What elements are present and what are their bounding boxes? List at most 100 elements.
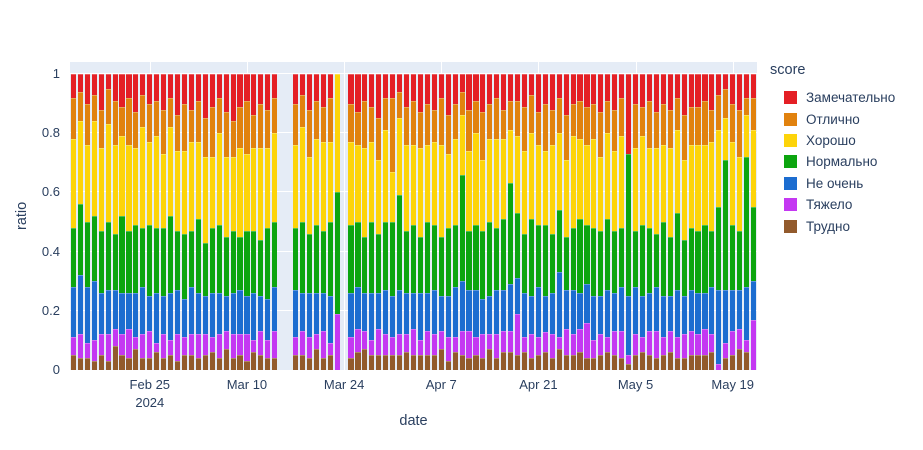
bar[interactable] — [639, 74, 646, 370]
bar[interactable] — [417, 74, 423, 370]
bar[interactable] — [70, 74, 77, 370]
bar[interactable] — [744, 74, 750, 370]
bar[interactable] — [397, 74, 403, 370]
bar[interactable] — [355, 74, 361, 370]
bar[interactable] — [591, 74, 597, 370]
bar[interactable] — [174, 74, 181, 370]
bar[interactable] — [528, 74, 535, 370]
bar[interactable] — [563, 74, 569, 370]
bar[interactable] — [369, 74, 375, 370]
bar[interactable] — [438, 74, 444, 370]
bar[interactable] — [119, 74, 125, 370]
bar[interactable] — [147, 74, 153, 370]
bar[interactable] — [612, 74, 618, 370]
bar[interactable] — [133, 74, 139, 370]
bar[interactable] — [681, 74, 687, 370]
bar[interactable] — [292, 74, 299, 370]
bar[interactable] — [140, 74, 146, 370]
bar[interactable] — [188, 74, 194, 370]
legend-item[interactable]: Трудно — [770, 215, 895, 236]
bar[interactable] — [750, 74, 757, 370]
bar[interactable] — [702, 74, 708, 370]
legend-item[interactable]: Хорошо — [770, 130, 895, 151]
bar[interactable] — [334, 74, 340, 370]
bar[interactable] — [105, 74, 111, 370]
bar[interactable] — [695, 74, 701, 370]
bar[interactable] — [459, 74, 465, 370]
bar[interactable] — [161, 74, 167, 370]
bar[interactable] — [84, 74, 90, 370]
bar[interactable] — [570, 74, 576, 370]
legend-item[interactable]: Замечательно — [770, 87, 895, 108]
bar[interactable] — [515, 74, 521, 370]
bar[interactable] — [181, 74, 188, 370]
bar[interactable] — [237, 74, 243, 370]
bar[interactable] — [619, 74, 625, 370]
bar[interactable] — [716, 74, 722, 370]
bar[interactable] — [632, 74, 639, 370]
bar[interactable] — [494, 74, 500, 370]
bar[interactable] — [584, 74, 590, 370]
legend-item[interactable]: Не очень — [770, 173, 895, 194]
bar[interactable] — [466, 74, 472, 370]
bar[interactable] — [348, 74, 354, 370]
bar[interactable] — [327, 74, 333, 370]
bar[interactable] — [410, 74, 417, 370]
bar[interactable] — [209, 74, 215, 370]
bar[interactable] — [126, 74, 132, 370]
bar[interactable] — [91, 74, 97, 370]
bar[interactable] — [646, 74, 652, 370]
bar[interactable] — [709, 74, 715, 370]
bar[interactable] — [362, 74, 368, 370]
bar[interactable] — [112, 74, 118, 370]
bar[interactable] — [730, 74, 736, 370]
bar[interactable] — [723, 74, 729, 370]
bar[interactable] — [556, 74, 562, 370]
bar[interactable] — [403, 74, 410, 370]
bar[interactable] — [424, 74, 430, 370]
legend-item[interactable]: Нормально — [770, 151, 895, 172]
bar[interactable] — [265, 74, 271, 370]
bar[interactable] — [542, 74, 548, 370]
bar[interactable] — [299, 74, 306, 370]
bar[interactable] — [473, 74, 479, 370]
bar[interactable] — [230, 74, 236, 370]
bar[interactable] — [674, 74, 680, 370]
bar[interactable] — [258, 74, 264, 370]
bar[interactable] — [98, 74, 104, 370]
bar[interactable] — [313, 74, 319, 370]
bar[interactable] — [154, 74, 160, 370]
bar[interactable] — [202, 74, 208, 370]
bar[interactable] — [667, 74, 673, 370]
bar[interactable] — [445, 74, 451, 370]
legend-item[interactable]: Отлично — [770, 108, 895, 129]
bar[interactable] — [223, 74, 229, 370]
bar[interactable] — [251, 74, 257, 370]
bar[interactable] — [452, 74, 458, 370]
bar[interactable] — [501, 74, 507, 370]
bar[interactable] — [77, 74, 83, 370]
bar[interactable] — [535, 74, 541, 370]
bar[interactable] — [195, 74, 201, 370]
bar[interactable] — [737, 74, 743, 370]
bar[interactable] — [168, 74, 174, 370]
bar[interactable] — [480, 74, 486, 370]
bar[interactable] — [487, 74, 493, 370]
bar[interactable] — [431, 74, 437, 370]
bar[interactable] — [390, 74, 396, 370]
bar[interactable] — [320, 74, 326, 370]
bar[interactable] — [688, 74, 694, 370]
legend-item[interactable]: Тяжело — [770, 194, 895, 215]
bar[interactable] — [272, 74, 278, 370]
bar[interactable] — [306, 74, 312, 370]
bar[interactable] — [660, 74, 666, 370]
bar[interactable] — [605, 74, 611, 370]
bar[interactable] — [577, 74, 583, 370]
bar[interactable] — [598, 74, 604, 370]
bar[interactable] — [244, 74, 250, 370]
bar[interactable] — [216, 74, 222, 370]
bar[interactable] — [521, 74, 528, 370]
bar[interactable] — [653, 74, 659, 370]
bar[interactable] — [508, 74, 514, 370]
bar[interactable] — [549, 74, 555, 370]
